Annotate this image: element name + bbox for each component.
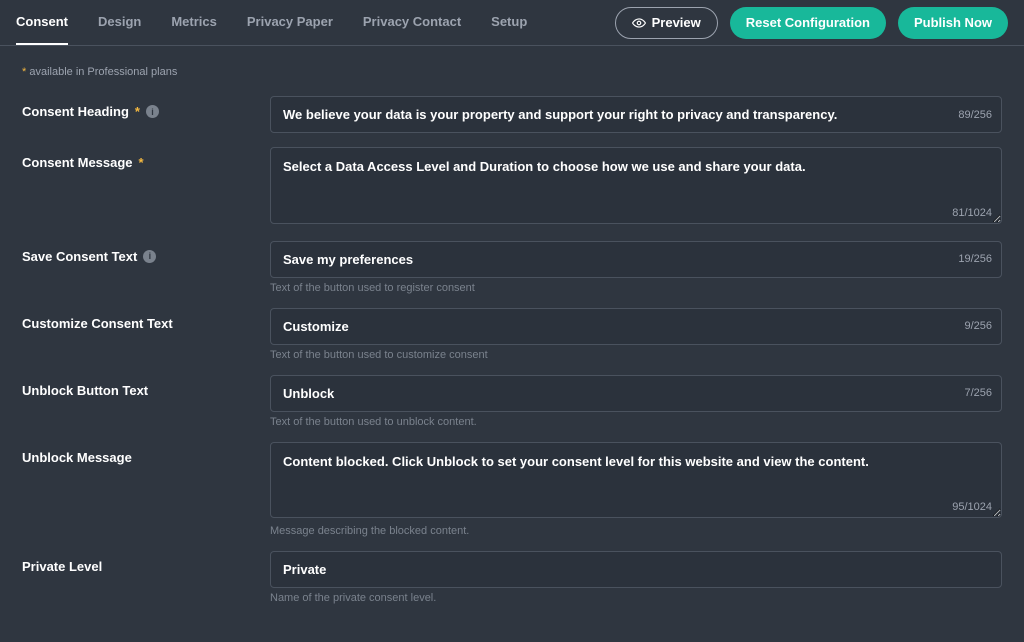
top-bar: Consent Design Metrics Privacy Paper Pri… <box>0 0 1024 46</box>
plan-note: * available in Professional plans <box>22 66 1002 78</box>
tab-setup[interactable]: Setup <box>491 0 527 45</box>
save-consent-text-input[interactable] <box>270 241 1002 278</box>
publish-button-label: Publish Now <box>914 15 992 30</box>
required-mark: * <box>135 104 140 119</box>
helper-text: Name of the private consent level. <box>270 592 1002 604</box>
label-customize-consent-text: Customize Consent Text <box>22 308 250 331</box>
helper-text: Text of the button used to customize con… <box>270 349 1002 361</box>
row-consent-heading: Consent Heading * i 89/256 <box>22 96 1002 133</box>
consent-heading-input[interactable] <box>270 96 1002 133</box>
form-body: * available in Professional plans Consen… <box>0 46 1024 642</box>
action-buttons: Preview Reset Configuration Publish Now <box>615 7 1008 39</box>
publish-now-button[interactable]: Publish Now <box>898 7 1008 39</box>
plan-note-text: available in Professional plans <box>26 66 177 78</box>
reset-button-label: Reset Configuration <box>746 15 870 30</box>
reset-configuration-button[interactable]: Reset Configuration <box>730 7 886 39</box>
customize-consent-text-input[interactable] <box>270 308 1002 345</box>
unblock-button-text-input[interactable] <box>270 375 1002 412</box>
label-save-consent-text: Save Consent Text i <box>22 241 250 264</box>
row-unblock-message: Unblock Message 95/1024 Message describi… <box>22 442 1002 538</box>
tab-consent[interactable]: Consent <box>16 0 68 45</box>
row-customize-consent-text: Customize Consent Text 9/256 Text of the… <box>22 308 1002 361</box>
helper-text: Text of the button used to unblock conte… <box>270 416 1002 428</box>
row-private-level: Private Level Name of the private consen… <box>22 551 1002 604</box>
eye-icon <box>632 16 646 30</box>
helper-text: Message describing the blocked content. <box>270 525 1002 537</box>
row-unblock-button-text: Unblock Button Text 7/256 Text of the bu… <box>22 375 1002 428</box>
row-save-consent-text: Save Consent Text i 19/256 Text of the b… <box>22 241 1002 294</box>
tab-design[interactable]: Design <box>98 0 141 45</box>
preview-button[interactable]: Preview <box>615 7 718 39</box>
tab-privacy-paper[interactable]: Privacy Paper <box>247 0 333 45</box>
label-unblock-message: Unblock Message <box>22 442 250 465</box>
label-private-level: Private Level <box>22 551 250 574</box>
preview-button-label: Preview <box>652 15 701 30</box>
tab-strip: Consent Design Metrics Privacy Paper Pri… <box>16 0 527 45</box>
helper-text: Text of the button used to register cons… <box>270 282 1002 294</box>
row-consent-message: Consent Message * 81/1024 <box>22 147 1002 227</box>
label-consent-heading: Consent Heading * i <box>22 96 250 119</box>
private-level-input[interactable] <box>270 551 1002 588</box>
unblock-message-input[interactable] <box>270 442 1002 519</box>
info-icon[interactable]: i <box>143 250 156 263</box>
tab-privacy-contact[interactable]: Privacy Contact <box>363 0 461 45</box>
info-icon[interactable]: i <box>146 105 159 118</box>
label-consent-message: Consent Message * <box>22 147 250 170</box>
required-mark: * <box>139 155 144 170</box>
tab-metrics[interactable]: Metrics <box>171 0 217 45</box>
consent-message-input[interactable] <box>270 147 1002 224</box>
label-unblock-button-text: Unblock Button Text <box>22 375 250 398</box>
